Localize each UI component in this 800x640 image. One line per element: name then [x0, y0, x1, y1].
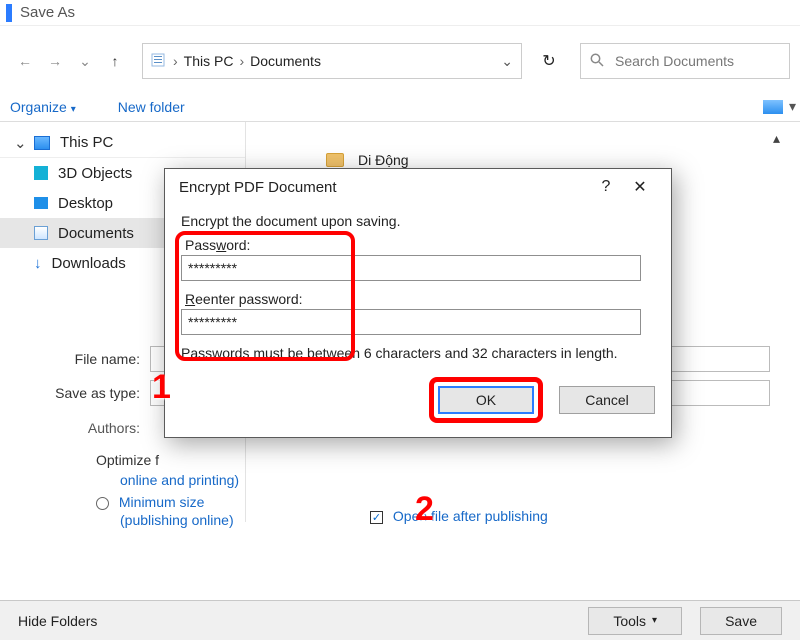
open-after-publishing-checkbox[interactable]: ✓: [370, 511, 383, 524]
ok-button[interactable]: OK: [438, 386, 534, 414]
chevron-down-icon: ▾: [789, 98, 796, 115]
pc-icon: [34, 136, 50, 150]
refresh-button[interactable]: ↻: [534, 51, 564, 71]
sidebar-item-label: 3D Objects: [58, 165, 132, 182]
tools-menu[interactable]: Tools▾: [588, 607, 682, 635]
dialog-description: Encrypt the document upon saving.: [181, 213, 655, 229]
chevron-icon: ›: [239, 53, 244, 69]
dialog-titlebar: Encrypt PDF Document ? ✕: [165, 169, 671, 205]
cube-icon: [34, 166, 48, 180]
navigation-row: ← → ⌄ ↑ › This PC › Documents ⌄ ↻: [10, 40, 790, 82]
window-title: Save As: [20, 4, 75, 21]
optimize-minimum-radio[interactable]: [96, 497, 109, 510]
app-icon: [6, 4, 12, 22]
close-button[interactable]: ✕: [623, 177, 657, 197]
sidebar-item-label: Desktop: [58, 195, 113, 212]
optimize-standard-line2: online and printing): [120, 472, 370, 488]
search-input[interactable]: Search Documents: [580, 43, 790, 79]
save-button[interactable]: Save: [700, 607, 782, 635]
file-name-label: File name:: [30, 351, 150, 367]
breadcrumb-folder[interactable]: Documents: [250, 53, 321, 69]
organize-menu[interactable]: Organize ▾: [4, 95, 82, 119]
annotation-1: 1: [152, 368, 171, 407]
optimize-minimum-line2: (publishing online): [120, 512, 370, 528]
sidebar-item-label: Documents: [58, 225, 134, 242]
password-group-highlight: [175, 231, 355, 361]
chevron-icon: ›: [173, 53, 178, 69]
folder-icon: [326, 153, 344, 167]
toolbar: Organize ▾ New folder ▾: [0, 92, 800, 122]
annotation-2: 2: [415, 490, 434, 529]
desktop-icon: [34, 197, 48, 209]
titlebar: Save As: [0, 0, 800, 26]
cancel-button[interactable]: Cancel: [559, 386, 655, 414]
view-icon: [763, 100, 783, 114]
encrypt-pdf-dialog: Encrypt PDF Document ? ✕ Encrypt the doc…: [164, 168, 672, 438]
authors-label: Authors:: [30, 420, 150, 436]
search-icon: [589, 52, 605, 71]
dialog-title: Encrypt PDF Document: [179, 179, 589, 196]
folder-icon: [151, 52, 167, 71]
download-icon: ↓: [34, 255, 42, 272]
address-bar[interactable]: › This PC › Documents ⌄: [142, 43, 522, 79]
hide-folders-toggle[interactable]: Hide Folders: [18, 613, 97, 629]
sidebar-item-label: This PC: [60, 134, 113, 151]
ok-button-highlight: OK: [429, 377, 543, 423]
chevron-down-icon: ⌄: [14, 134, 24, 152]
file-name: Di Động: [358, 152, 409, 168]
documents-icon: [34, 226, 48, 240]
save-as-type-label: Save as type:: [30, 385, 150, 401]
new-folder-button[interactable]: New folder: [112, 95, 191, 119]
recent-dropdown[interactable]: ⌄: [73, 49, 97, 73]
up-button[interactable]: ↑: [103, 49, 127, 73]
search-placeholder: Search Documents: [615, 53, 734, 69]
optimize-minimum-label: Minimum size: [119, 494, 205, 510]
help-button[interactable]: ?: [589, 178, 623, 196]
save-as-window: Save As ← → ⌄ ↑ › This PC › Documents ⌄ …: [0, 0, 800, 640]
back-button[interactable]: ←: [13, 49, 37, 73]
scroll-up-icon[interactable]: ▴: [773, 130, 780, 146]
sidebar-item-this-pc[interactable]: ⌄ This PC: [0, 128, 245, 158]
address-dropdown[interactable]: ⌄: [501, 53, 513, 70]
sidebar-item-label: Downloads: [52, 255, 126, 272]
view-selector[interactable]: ▾: [763, 98, 796, 115]
forward-button[interactable]: →: [43, 49, 67, 73]
footer: Hide Folders Tools▾ Save: [0, 600, 800, 640]
optimize-for-label: Optimize f: [96, 452, 370, 468]
breadcrumb-root[interactable]: This PC: [184, 53, 234, 69]
